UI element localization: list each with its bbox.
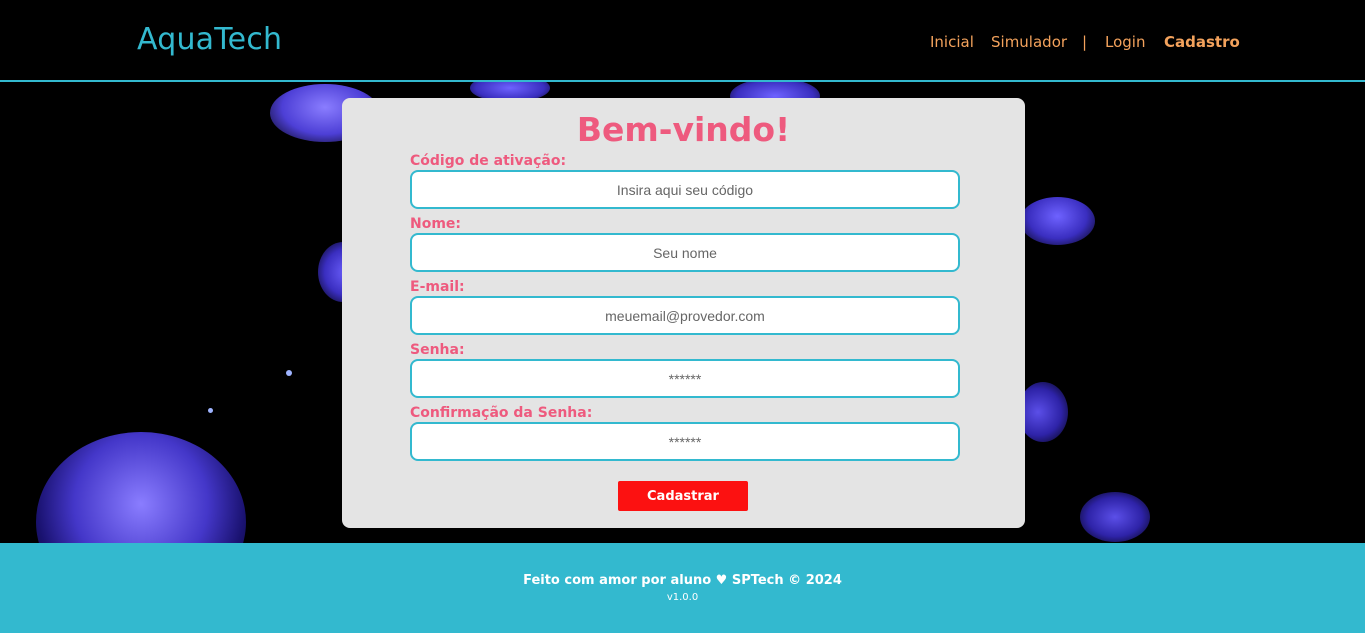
footer-credits: Feito com amor por aluno ♥ SPTech © 2024 bbox=[523, 573, 842, 588]
activation-code-input[interactable] bbox=[410, 170, 960, 209]
particle bbox=[286, 370, 292, 376]
signup-button[interactable]: Cadastrar bbox=[618, 481, 748, 511]
jellyfish-shape bbox=[1080, 492, 1150, 542]
page-title: Bem-vindo! bbox=[576, 110, 791, 149]
top-header: AquaTech Inicial Simulador | Login Cadas… bbox=[0, 0, 1365, 82]
footer-version: v1.0.0 bbox=[666, 592, 699, 603]
name-label: Nome: bbox=[410, 216, 462, 232]
nav-home[interactable]: Inicial bbox=[930, 33, 974, 51]
nav-login[interactable]: Login bbox=[1105, 33, 1145, 51]
signup-card: Bem-vindo! Código de ativação: Nome: E-m… bbox=[342, 98, 1025, 528]
password-input[interactable] bbox=[410, 359, 960, 398]
password-confirm-input[interactable] bbox=[410, 422, 960, 461]
nav-signup[interactable]: Cadastro bbox=[1164, 33, 1240, 51]
particle bbox=[208, 408, 213, 413]
email-input[interactable] bbox=[410, 296, 960, 335]
jellyfish-shape bbox=[1020, 197, 1095, 245]
jellyfish-shape bbox=[1018, 382, 1068, 442]
page-footer: Feito com amor por aluno ♥ SPTech © 2024… bbox=[0, 543, 1365, 633]
password-label: Senha: bbox=[410, 342, 465, 358]
nav-separator: | bbox=[1082, 33, 1088, 51]
logo[interactable]: AquaTech bbox=[137, 22, 282, 57]
activation-code-label: Código de ativação: bbox=[410, 153, 567, 169]
password-confirm-label: Confirmação da Senha: bbox=[410, 405, 593, 421]
name-input[interactable] bbox=[410, 233, 960, 272]
nav-simulator[interactable]: Simulador bbox=[991, 33, 1067, 51]
email-label: E-mail: bbox=[410, 279, 465, 295]
jellyfish-shape bbox=[36, 432, 246, 543]
